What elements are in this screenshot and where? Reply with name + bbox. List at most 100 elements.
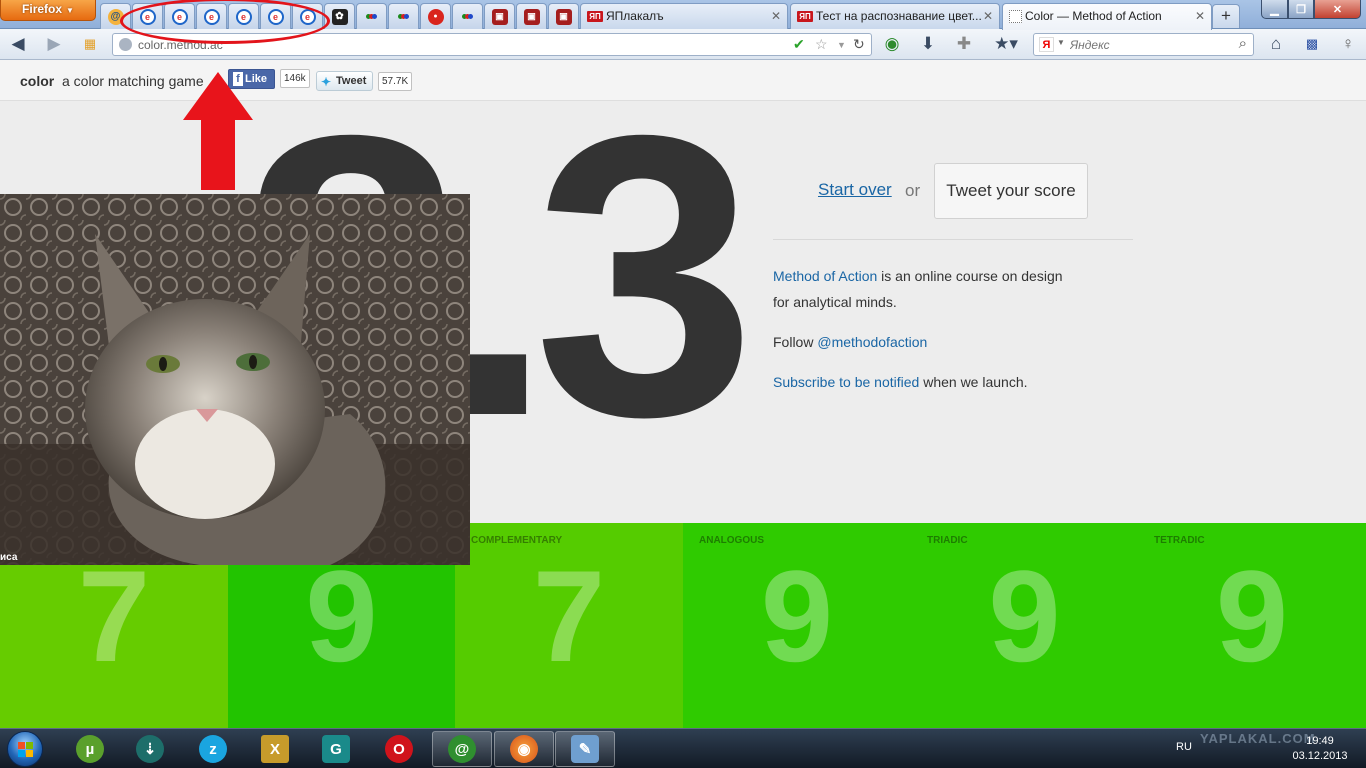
taskbar-firefox[interactable]: ◉ [494,731,554,767]
restore-window-button[interactable]: ❐ [1288,0,1314,19]
check-icon[interactable]: ✔ [793,36,805,53]
search-icon[interactable]: ⌕ [1239,35,1247,52]
gear-icon: ✿ [331,8,348,25]
paint-icon: ✎ [571,735,599,763]
extension-button[interactable]: ✚ [952,33,976,55]
start-over-link[interactable]: Start over [818,180,892,200]
cat-photo: иса [0,194,470,565]
site-identity-icon [119,38,132,51]
tab-color-test[interactable]: ЯП Тест на распознавание цвет... ✕ [790,3,1000,29]
new-tab-button[interactable]: + [1212,4,1240,28]
search-bar[interactable]: Я ▼ ⌕ [1033,33,1254,56]
annotation-ellipse [120,0,330,44]
addon-icon: ◉ [884,34,900,53]
follow-text: Follow [773,334,818,350]
info-button[interactable]: ♀ [1336,33,1360,55]
zona-icon: z [199,735,227,763]
follow-info: Follow @methodofaction [773,329,927,355]
clock-date: 03.12.2013 [1292,750,1348,762]
restore-icon: ❐ [1296,3,1306,16]
yandex-logo-icon[interactable]: Я [1039,37,1054,52]
annotation-arrow [183,72,253,190]
bookmark-star-icon[interactable]: ☆ [815,36,828,53]
score-tile-analogous: ANALOGOUS 9 [683,523,911,728]
close-tab-icon[interactable]: ✕ [771,4,781,28]
x7-icon: X [261,735,289,763]
app-tab-gear[interactable]: ✿ [324,3,355,29]
taskbar-zona[interactable]: z [183,731,243,767]
tab-title: ЯПлакалъ [606,9,664,23]
firefox-menu-button[interactable]: Firefox ▼ [0,0,96,21]
methodofaction-twitter-link[interactable]: @methodofaction [817,334,927,350]
clock-time: 19:49 [1306,735,1334,747]
subscribe-info: Subscribe to be notified when we launch. [773,369,1028,395]
close-tab-icon[interactable]: ✕ [983,4,993,28]
home-button[interactable]: ⌂ [1264,33,1288,55]
app-tab-dots-3[interactable] [452,3,483,29]
system-clock[interactable]: 19:49 03.12.2013 [1290,734,1350,764]
site-brand[interactable]: color [20,73,54,89]
app-tab-dots-2[interactable] [388,3,419,29]
apps-button[interactable]: ▦ [78,33,102,55]
back-arrow-icon: ◀ [11,34,25,53]
taskbar-mail-agent[interactable]: @ [432,731,492,767]
firefox-icon: ◉ [510,735,538,763]
taskbar-x7[interactable]: X [245,731,305,767]
course-text-line-2: for analytical minds. [773,294,897,310]
windows-flag-icon [18,742,33,757]
tweet-your-score-button[interactable]: Tweet your score [934,163,1088,219]
red-circle-icon: ● [427,8,444,25]
close-window-button[interactable]: ✕ [1314,0,1361,19]
app-tab-car-2[interactable]: ▣ [516,3,547,29]
language-indicator[interactable]: RU [1176,741,1192,753]
or-separator: or [905,181,921,200]
apps-grid-icon: ▦ [83,36,97,51]
divider [773,239,1133,240]
reload-icon[interactable]: ↻ [853,36,865,53]
taskbar-opera[interactable]: O [369,731,429,767]
taskbar-g-app[interactable]: G [306,731,366,767]
minimize-window-button[interactable]: ▁ [1261,0,1288,19]
dropdown-arrow-icon: ▼ [66,6,74,15]
app-tab-car-1[interactable]: ▣ [484,3,515,29]
tile-score: 7 [77,543,151,689]
search-input[interactable] [1070,37,1220,53]
search-engine-dropdown-icon[interactable]: ▼ [1057,38,1065,47]
tab-yaplakal[interactable]: ЯП ЯПлакалъ ✕ [580,3,788,29]
app-tab-car-3[interactable]: ▣ [548,3,579,29]
app-tab-dots-1[interactable] [356,3,387,29]
yaplakal-favicon: ЯП [587,11,603,23]
taskbar-utorrent[interactable]: µ [60,731,120,767]
firefox-menu-label: Firefox [22,2,63,16]
download-arrow-icon: ⬇ [920,34,936,53]
tile-score: 7 [532,543,606,689]
downloads-button[interactable]: ⬇ [916,33,940,55]
blank-page-favicon [1009,10,1022,24]
car-icon: ▣ [491,8,508,25]
rvd-button[interactable]: ▩ [1300,33,1324,55]
score-tile-complementary: COMPLEMENTARY 7 [455,523,683,728]
url-dropdown-icon[interactable]: ▼ [837,40,846,50]
car-icon: ▣ [555,8,572,25]
tab-color-method-of-action[interactable]: Color — Method of Action ✕ [1002,3,1212,30]
subscribe-link[interactable]: Subscribe to be notified [773,374,919,390]
start-button[interactable] [7,731,43,767]
bookmarks-menu-button[interactable]: ★▾ [988,33,1024,55]
lightbulb-icon: ♀ [1341,34,1355,53]
close-tab-icon[interactable]: ✕ [1195,4,1205,28]
addon-button[interactable]: ◉ [880,33,904,55]
subscribe-text: when we launch. [919,374,1028,390]
forward-button[interactable]: ▶ [42,33,66,55]
taskbar-paint[interactable]: ✎ [555,731,615,767]
taskbar-download-manager[interactable]: ⇣ [120,731,180,767]
windows-taskbar: µ ⇣ z X G O @ ◉ ✎ YAPLAKAL.COM RU 19:49 … [0,728,1366,768]
close-icon: ✕ [1332,3,1343,16]
course-text: is an online course on design [877,268,1063,284]
app-tab-red[interactable]: ● [420,3,451,29]
utorrent-icon: µ [76,735,104,763]
method-of-action-link[interactable]: Method of Action [773,268,877,284]
course-info: Method of Action is an online course on … [773,263,1063,315]
photo-caption: иса [0,552,18,563]
back-button[interactable]: ◀ [6,33,30,55]
minimize-icon: ▁ [1270,3,1279,16]
